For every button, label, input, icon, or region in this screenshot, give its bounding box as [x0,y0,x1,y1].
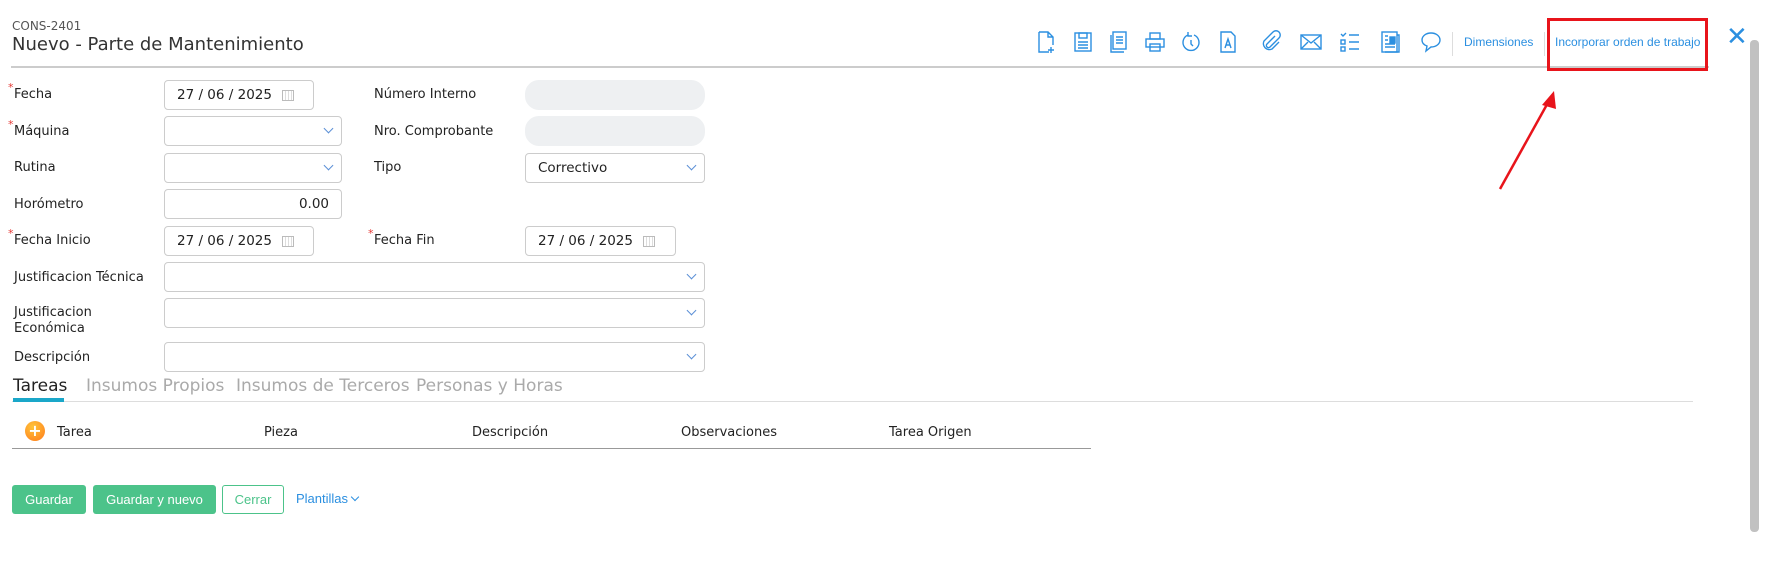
chevron-down-icon [686,269,697,280]
just-economica-select[interactable] [164,298,705,328]
tipo-label: Tipo [374,160,402,175]
numero-interno-field [525,80,705,110]
cerrar-button[interactable]: Cerrar [222,485,284,514]
plantillas-dropdown[interactable]: Plantillas [296,491,359,506]
fecha-inicio-field[interactable]: 27 / 06 / 2025 [164,226,314,256]
tab-insumos-propios[interactable]: Insumos Propios [86,376,224,396]
column-header-tarea-origen: Tarea Origen [889,425,972,440]
chevron-down-icon [686,305,697,316]
fecha-fin-value: 27 / 06 / 2025 [538,233,633,249]
chevron-down-icon [323,160,334,171]
fecha-fin-label: Fecha Fin [368,227,435,248]
horometro-label: Horómetro [14,197,84,212]
tab-divider [12,401,1693,402]
just-economica-label: Justificacion Económica [14,305,92,336]
just-tecnica-label: Justificacion Técnica [14,270,144,285]
fecha-label: Fecha [8,81,52,102]
new-document-icon[interactable] [1034,30,1058,54]
column-header-observaciones: Observaciones [681,425,777,440]
scrollbar[interactable] [1750,40,1759,532]
calendar-icon[interactable] [281,89,294,101]
checklist-icon[interactable] [1338,30,1362,54]
guardar-y-nuevo-button[interactable]: Guardar y nuevo [93,485,216,514]
toolbar-separator [1544,32,1545,56]
header-divider [11,66,1709,68]
tab-personas-horas[interactable]: Personas y Horas [416,376,563,396]
fecha-inicio-label: Fecha Inicio [8,227,91,248]
tab-insumos-terceros[interactable]: Insumos de Terceros [236,376,410,396]
attachment-icon[interactable] [1259,30,1283,54]
plantillas-label: Plantillas [296,491,349,506]
column-header-pieza: Pieza [264,425,298,440]
rutina-select[interactable] [164,153,342,183]
column-header-descripcion: Descripción [472,425,549,440]
nro-comprobante-label: Nro. Comprobante [374,124,494,139]
calendar-icon[interactable] [642,235,655,247]
guardar-button[interactable]: Guardar [12,485,86,514]
chevron-down-icon [686,349,697,360]
maquina-label: Máquina [8,118,69,139]
active-tab-indicator [13,398,64,402]
chevron-down-icon [686,160,697,171]
annotation-arrow [1498,91,1556,190]
comment-icon[interactable] [1419,30,1443,54]
maquina-select[interactable] [164,116,342,146]
highlight-box [1547,18,1708,71]
nro-comprobante-field [525,116,705,146]
chevron-down-icon [350,492,359,502]
print-icon[interactable] [1143,30,1167,54]
fecha-field[interactable]: 27 / 06 / 2025 [164,80,314,110]
email-icon[interactable] [1299,30,1323,54]
horometro-field[interactable]: 0.00 [164,189,342,219]
numero-interno-label: Número Interno [374,87,477,102]
descripcion-label: Descripción [14,350,91,365]
dimensiones-link[interactable]: Dimensiones [1464,35,1533,49]
rutina-label: Rutina [14,160,56,175]
report-icon[interactable] [1378,30,1402,54]
history-icon[interactable] [1179,30,1203,54]
fecha-fin-field[interactable]: 27 / 06 / 2025 [525,226,676,256]
calendar-icon[interactable] [281,235,294,247]
document-code: CONS-2401 [12,19,82,33]
fecha-inicio-value: 27 / 06 / 2025 [177,233,272,249]
pdf-text-icon[interactable] [1216,30,1240,54]
tipo-select[interactable]: Correctivo [525,153,705,183]
just-tecnica-select[interactable] [164,262,705,292]
save-icon[interactable] [1071,30,1095,54]
page-title: Nuevo - Parte de Mantenimiento [12,34,304,55]
tipo-value: Correctivo [538,160,608,176]
add-row-icon[interactable]: + [25,421,45,441]
toolbar-separator [1452,32,1453,56]
table-header-line [12,448,1091,449]
tab-tareas[interactable]: Tareas [13,376,67,396]
column-header-tarea: Tarea [57,425,92,440]
copy-icon[interactable] [1107,30,1131,54]
fecha-value: 27 / 06 / 2025 [177,87,272,103]
descripcion-select[interactable] [164,342,705,372]
close-icon[interactable]: ✕ [1726,24,1748,50]
chevron-down-icon [323,123,334,134]
